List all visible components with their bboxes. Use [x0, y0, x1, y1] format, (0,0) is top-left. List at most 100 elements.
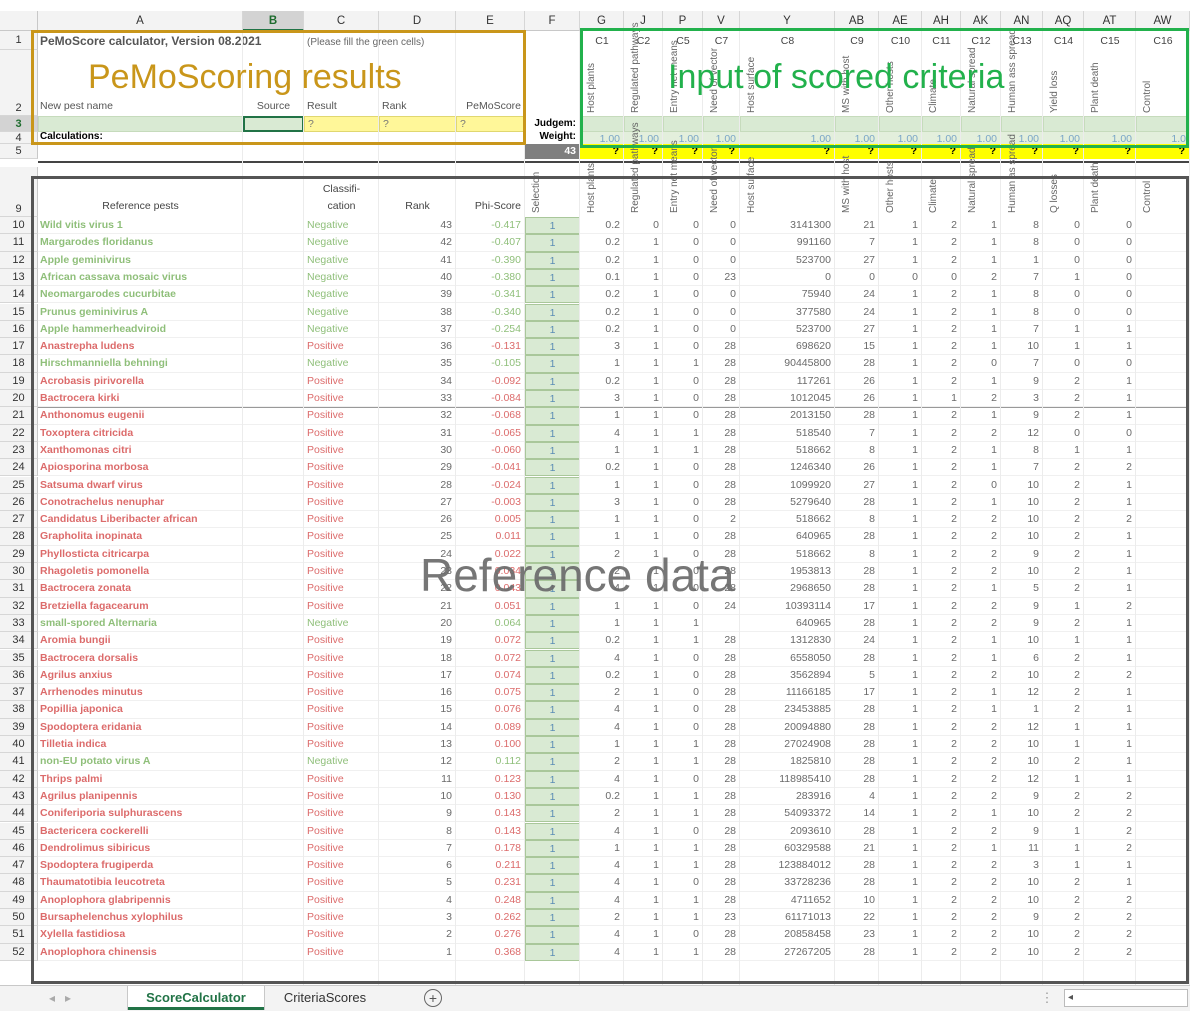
column-header-c[interactable]: C	[304, 11, 379, 31]
row-header-48[interactable]: 48	[0, 874, 38, 892]
selection-input[interactable]: 1	[525, 476, 580, 494]
row-header-26[interactable]: 26	[0, 493, 38, 512]
tab-scroll-arrows[interactable]: ◂ ▸	[30, 986, 90, 1010]
row-header-42[interactable]: 42	[0, 770, 38, 788]
selection-input[interactable]: 1	[525, 770, 580, 788]
row-header-14[interactable]: 14	[0, 286, 38, 304]
row-header-49[interactable]: 49	[0, 891, 38, 909]
selection-input[interactable]: 1	[525, 372, 580, 390]
selection-input[interactable]: 1	[525, 234, 580, 252]
selection-input[interactable]: 1	[525, 268, 580, 287]
selection-input[interactable]: 1	[525, 303, 580, 321]
column-header-ah[interactable]: AH	[922, 11, 961, 31]
column-header-y[interactable]: Y	[740, 11, 835, 31]
selection-input[interactable]: 1	[525, 511, 580, 529]
row-header-51[interactable]: 51	[0, 926, 38, 944]
row-header-2[interactable]: 2	[0, 50, 38, 116]
selection-input[interactable]: 1	[525, 926, 580, 944]
column-header-f[interactable]: F	[525, 11, 580, 31]
judgement-input-aw[interactable]	[1136, 116, 1190, 132]
row-header-20[interactable]: 20	[0, 390, 38, 408]
row-header-27[interactable]: 27	[0, 511, 38, 529]
row-header-4[interactable]: 4	[0, 132, 38, 144]
row-header-23[interactable]: 23	[0, 441, 38, 460]
row-header-31[interactable]: 31	[0, 580, 38, 598]
selection-input[interactable]: 1	[525, 666, 580, 685]
row-header-10[interactable]: 10	[0, 217, 38, 235]
row-header-44[interactable]: 44	[0, 805, 38, 823]
row-header-50[interactable]: 50	[0, 909, 38, 927]
judgement-input-an[interactable]	[1001, 116, 1043, 132]
selection-input[interactable]: 1	[525, 839, 580, 858]
row-header-35[interactable]: 35	[0, 649, 38, 667]
selection-input[interactable]: 1	[525, 580, 580, 598]
row-header-29[interactable]: 29	[0, 545, 38, 563]
selection-input[interactable]: 1	[525, 320, 580, 339]
column-header-ab[interactable]: AB	[835, 11, 879, 31]
column-header-p[interactable]: P	[663, 11, 703, 31]
selection-input[interactable]: 1	[525, 338, 580, 356]
column-header-aw[interactable]: AW	[1136, 11, 1190, 31]
column-header-e[interactable]: E	[456, 11, 525, 31]
selection-input[interactable]: 1	[525, 891, 580, 909]
row-header-43[interactable]: 43	[0, 787, 38, 806]
tab-score-calculator[interactable]: ScoreCalculator	[128, 986, 264, 1010]
add-sheet-icon[interactable]: +	[424, 989, 442, 1007]
row-header-16[interactable]: 16	[0, 320, 38, 339]
row-header-13[interactable]: 13	[0, 268, 38, 287]
selection-input[interactable]: 1	[525, 822, 580, 840]
selection-input[interactable]: 1	[525, 355, 580, 373]
selection-input[interactable]: 1	[525, 459, 580, 477]
row-header-15[interactable]: 15	[0, 303, 38, 321]
row-header-24[interactable]: 24	[0, 459, 38, 477]
row-header-22[interactable]: 22	[0, 424, 38, 442]
judgement-input-ae[interactable]	[879, 116, 922, 132]
column-header-an[interactable]: AN	[1001, 11, 1043, 31]
selection-input[interactable]: 1	[525, 286, 580, 304]
row-header-9[interactable]: 9	[0, 167, 38, 217]
judgement-input-v[interactable]	[703, 116, 740, 132]
selection-input[interactable]: 1	[525, 684, 580, 702]
column-header-a[interactable]: A	[38, 11, 243, 31]
selection-input[interactable]: 1	[525, 943, 580, 961]
judgement-input-ab[interactable]	[835, 116, 879, 132]
selection-input[interactable]: 1	[525, 874, 580, 892]
row-header-34[interactable]: 34	[0, 632, 38, 650]
row-header-12[interactable]: 12	[0, 251, 38, 269]
selection-input[interactable]: 1	[525, 753, 580, 771]
column-header-aq[interactable]: AQ	[1043, 11, 1084, 31]
selection-input[interactable]: 1	[525, 217, 580, 235]
judgement-input-y[interactable]	[740, 116, 835, 132]
row-header-19[interactable]: 19	[0, 372, 38, 390]
horizontal-scrollbar[interactable]: ◂	[1064, 989, 1188, 1007]
row-header-25[interactable]: 25	[0, 476, 38, 494]
selection-input[interactable]: 1	[525, 787, 580, 806]
selection-input[interactable]: 1	[525, 701, 580, 719]
selection-input[interactable]: 1	[525, 805, 580, 823]
row-header-32[interactable]: 32	[0, 597, 38, 615]
selection-input[interactable]: 1	[525, 736, 580, 754]
row-header-46[interactable]: 46	[0, 839, 38, 858]
row-header-47[interactable]: 47	[0, 857, 38, 875]
selection-input[interactable]: 1	[525, 614, 580, 633]
row-header-39[interactable]: 39	[0, 718, 38, 736]
row-header-28[interactable]: 28	[0, 528, 38, 546]
selection-input[interactable]: 1	[525, 424, 580, 442]
judgement-input-ak[interactable]	[961, 116, 1001, 132]
selection-input[interactable]: 1	[525, 407, 580, 425]
judgement-input-p[interactable]	[663, 116, 703, 132]
row-header-41[interactable]: 41	[0, 753, 38, 771]
selection-input[interactable]: 1	[525, 597, 580, 615]
judgement-input-ah[interactable]	[922, 116, 961, 132]
selection-input[interactable]: 1	[525, 441, 580, 460]
row-header-17[interactable]: 17	[0, 338, 38, 356]
row-header-52[interactable]: 52	[0, 943, 38, 961]
row-header-33[interactable]: 33	[0, 614, 38, 633]
select-all-corner[interactable]	[0, 11, 38, 31]
selection-input[interactable]: 1	[525, 909, 580, 927]
selection-input[interactable]: 1	[525, 632, 580, 650]
judgement-input-g[interactable]	[580, 116, 624, 132]
column-header-v[interactable]: V	[703, 11, 740, 31]
selection-input[interactable]: 1	[525, 251, 580, 269]
judgement-input-at[interactable]	[1084, 116, 1136, 132]
